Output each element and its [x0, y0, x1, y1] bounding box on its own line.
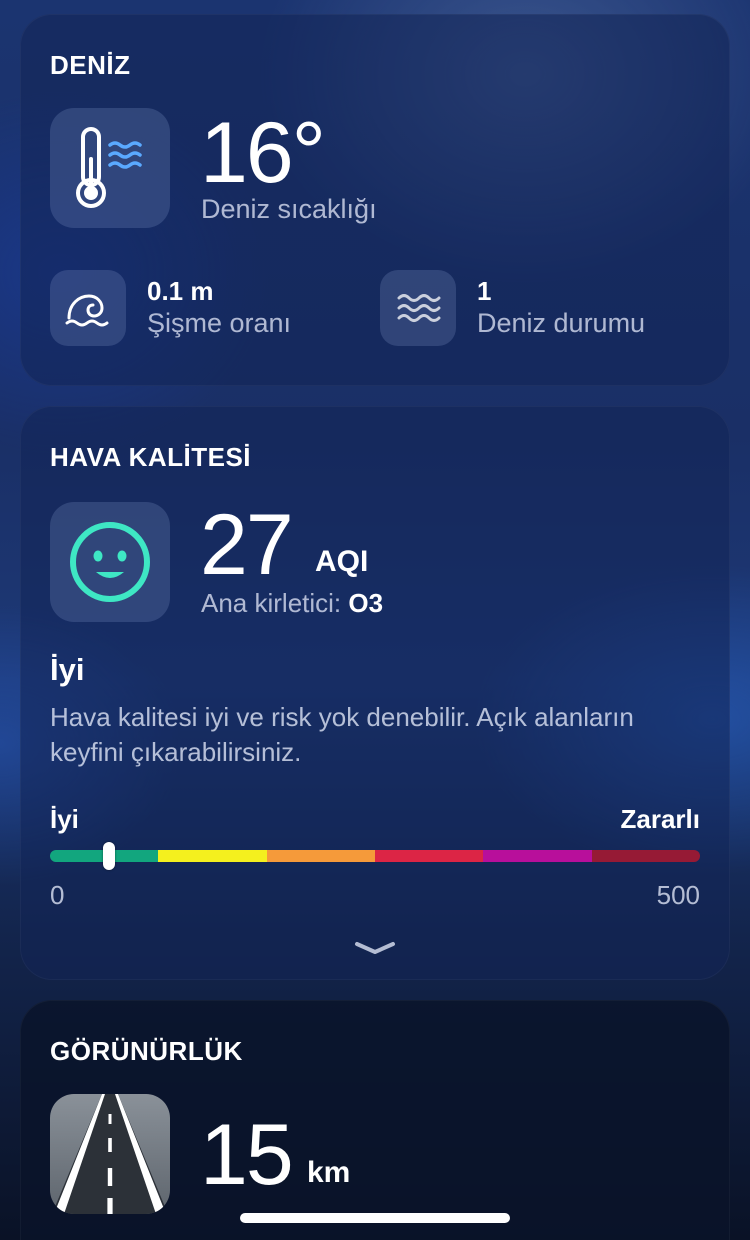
aqi-value: 27 — [200, 497, 294, 593]
wave-icon — [50, 270, 126, 346]
aqi-scale-marker — [102, 842, 115, 870]
visibility-card[interactable]: GÖRÜNÜRLÜK 15 km — [20, 1000, 730, 1240]
sea-card-title: DENİZ — [50, 50, 131, 80]
main-pollutant: Ana kirletici: O3 — [201, 588, 383, 619]
water-waves-icon — [380, 270, 456, 346]
aqi-scale-segment — [158, 850, 267, 862]
air-quality-card[interactable]: HAVA KALİTESİ 27 AQI Ana kirletici: O3 İ… — [20, 406, 730, 980]
scale-max-value: 500 — [656, 880, 700, 910]
sea-temperature-value: 16° — [200, 105, 326, 201]
aqi-scale-segment — [266, 850, 375, 862]
visibility-unit: km — [307, 1156, 351, 1189]
scale-low-label: İyi — [50, 804, 79, 834]
smiley-face-icon — [50, 502, 170, 622]
thermometer-water-icon — [50, 108, 170, 228]
sea-state-label: Deniz durumu — [477, 308, 646, 338]
aqi-scale-segment — [483, 850, 592, 862]
road-icon — [50, 1094, 170, 1214]
visibility-value: 15 — [200, 1107, 294, 1203]
visibility-card-title: GÖRÜNÜRLÜK — [50, 1036, 243, 1066]
chevron-down-icon[interactable] — [350, 936, 400, 960]
air-quality-card-title: HAVA KALİTESİ — [50, 442, 252, 472]
air-quality-level: İyi — [50, 652, 85, 687]
air-quality-description: Hava kalitesi iyi ve risk yok denebilir.… — [50, 702, 634, 767]
scale-min-value: 0 — [50, 880, 65, 910]
aqi-scale-segment — [374, 850, 484, 862]
main-pollutant-label: Ana kirletici: — [201, 588, 342, 618]
aqi-scale-segment — [591, 850, 700, 862]
main-pollutant-value: O3 — [348, 588, 384, 618]
sea-temperature-label: Deniz sıcaklığı — [201, 194, 377, 224]
sea-state-value: 1 — [477, 276, 492, 306]
swell-rate-value: 0.1 m — [147, 276, 214, 306]
aqi-scale-bar — [50, 850, 700, 862]
swell-rate-label: Şişme oranı — [147, 308, 292, 338]
aqi-unit: AQI — [315, 545, 369, 578]
home-indicator[interactable] — [240, 1213, 510, 1223]
scale-high-label: Zararlı — [620, 804, 701, 834]
sea-card[interactable]: DENİZ 16° Deniz sıcaklığı 0.1 m Şişme or… — [20, 14, 730, 386]
